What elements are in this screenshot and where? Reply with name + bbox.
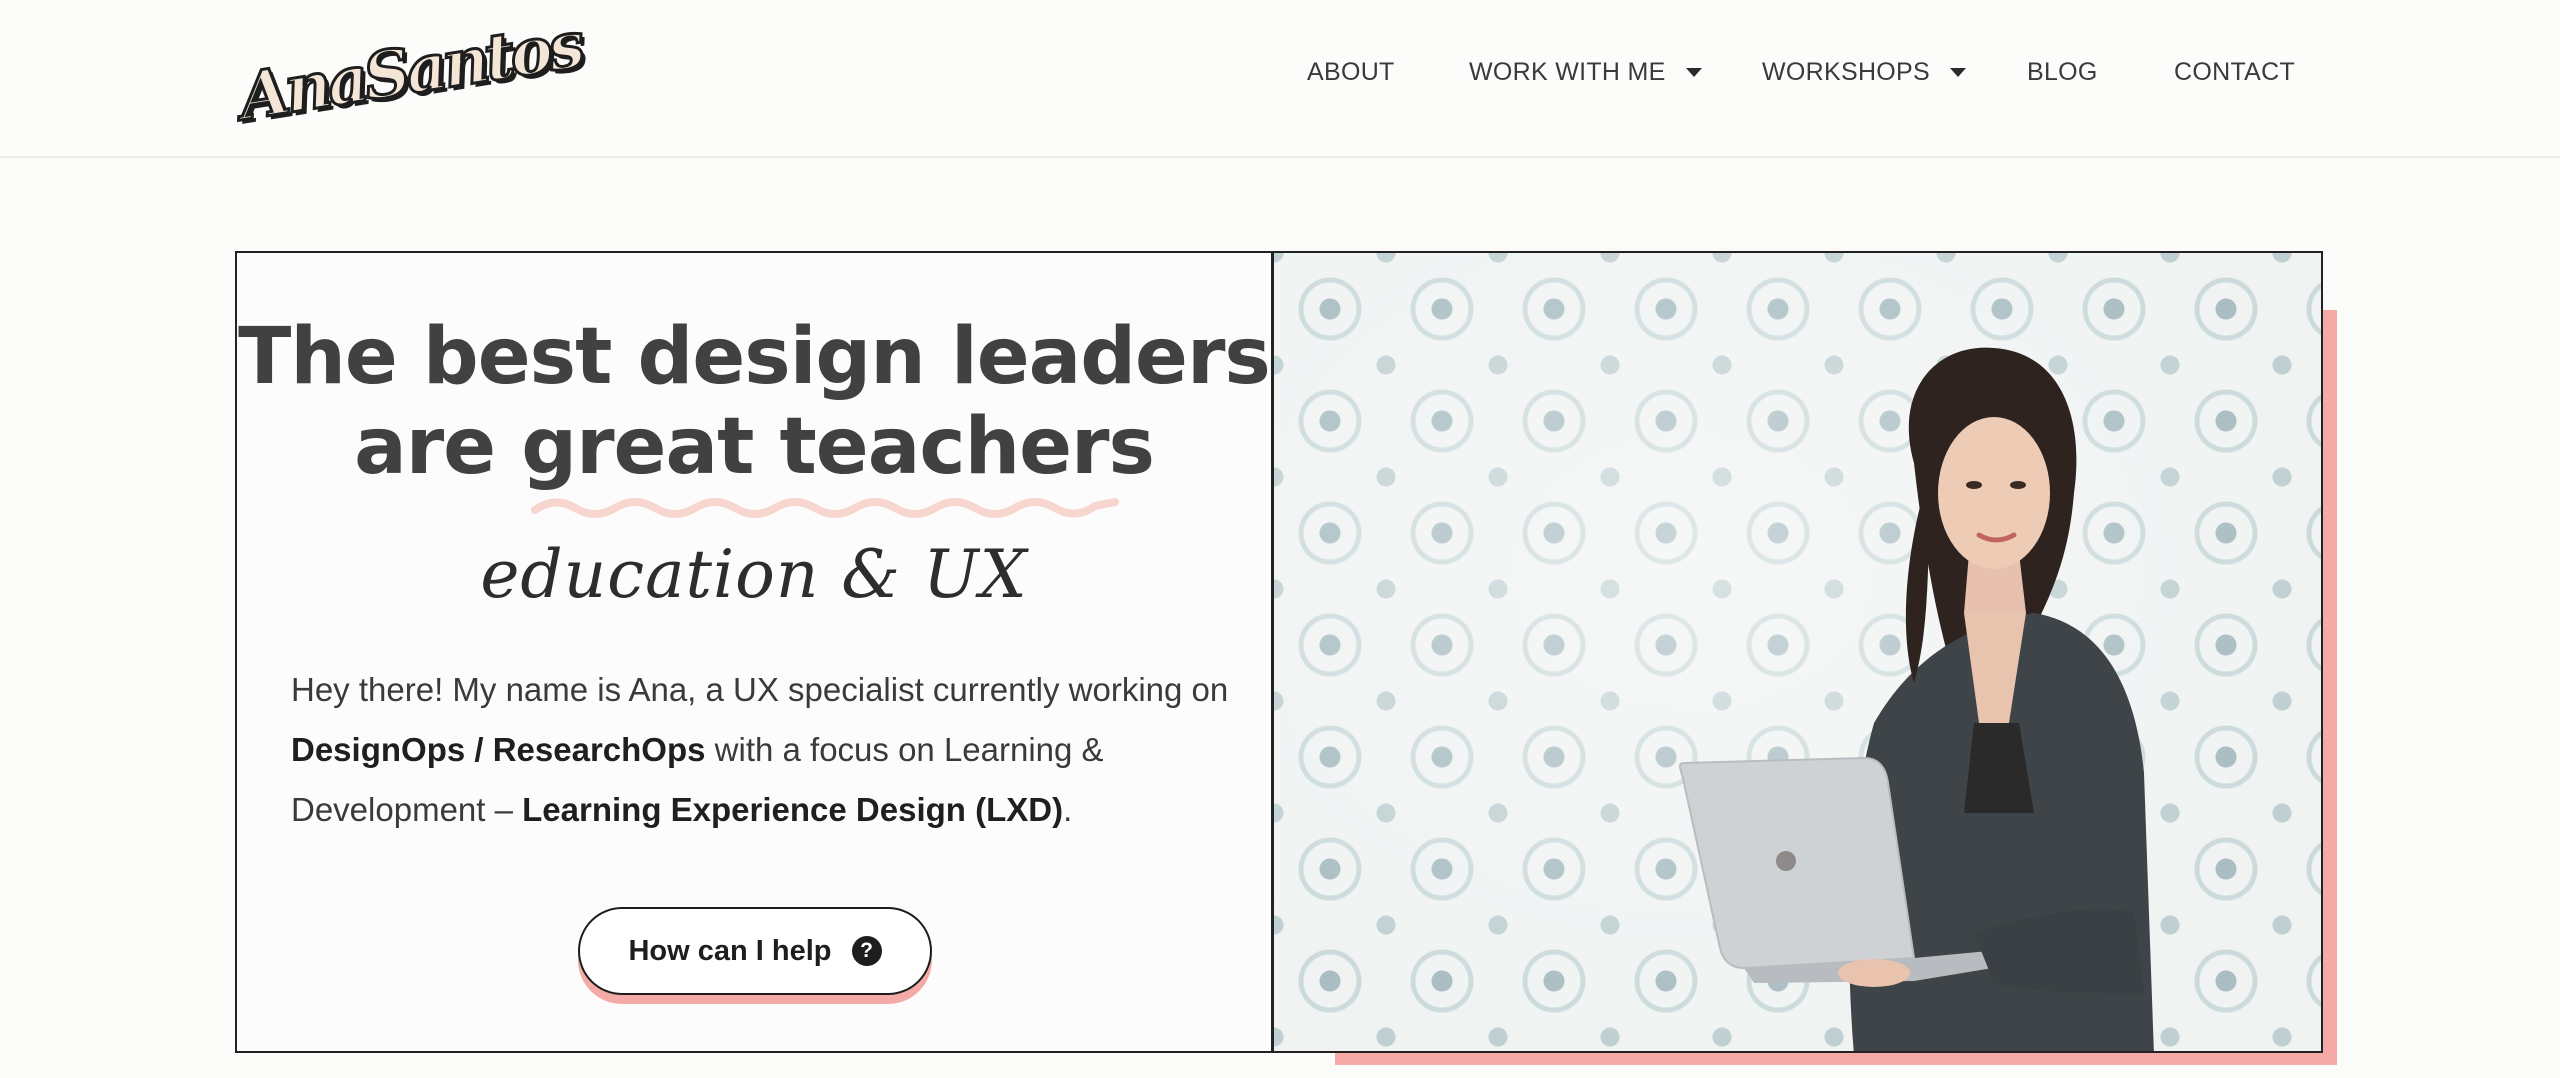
hero-headline: The best design leaders are great teache… — [235, 312, 1273, 492]
main-nav: ABOUT WORK WITH ME WORKSHOPS BLOG CONTAC… — [0, 58, 2560, 98]
nav-item-label: BLOG — [2027, 58, 2098, 86]
script-tagline: education & UX — [480, 536, 1028, 613]
intro-bold-designops: DesignOps / ResearchOps — [291, 731, 706, 768]
intro-paragraph: Hey there! My name is Ana, a UX speciali… — [291, 660, 1231, 840]
caret-down-icon — [1950, 68, 1966, 77]
intro-bold-lxd: Learning Experience Design (LXD) — [522, 791, 1064, 828]
caret-down-icon — [1685, 68, 1702, 77]
nav-item-label: WORK WITH ME — [1469, 58, 1666, 86]
nav-item-workshops[interactable]: WORKSHOPS — [1762, 58, 1966, 87]
nav-item-about[interactable]: ABOUT — [1307, 58, 1395, 87]
person-with-laptop-illustration — [1678, 347, 2154, 1051]
site-header: AnaSantos ABOUT WORK WITH ME WORKSHOPS B… — [0, 0, 2560, 158]
nav-item-label: ABOUT — [1307, 58, 1395, 86]
intro-text: Hey there! My name is Ana, a UX speciali… — [291, 671, 1229, 708]
nav-item-work-with-me[interactable]: WORK WITH ME — [1469, 58, 1702, 87]
nav-item-label: WORKSHOPS — [1762, 58, 1930, 86]
question-circle-icon: ? — [851, 936, 882, 966]
nav-item-label: CONTACT — [2174, 58, 2296, 86]
headline-line-1: The best design leaders — [238, 312, 1271, 402]
intro-text: . — [1063, 791, 1073, 828]
hero-photo — [1272, 251, 2323, 1053]
squiggle-underline — [531, 498, 1119, 518]
nav-item-blog[interactable]: BLOG — [2027, 58, 2098, 87]
cta-label: How can I help — [628, 934, 832, 967]
nav-item-contact[interactable]: CONTACT — [2174, 58, 2295, 87]
headline-line-2: are great teachers — [354, 402, 1155, 492]
how-can-i-help-button[interactable]: How can I help ? — [578, 907, 932, 995]
